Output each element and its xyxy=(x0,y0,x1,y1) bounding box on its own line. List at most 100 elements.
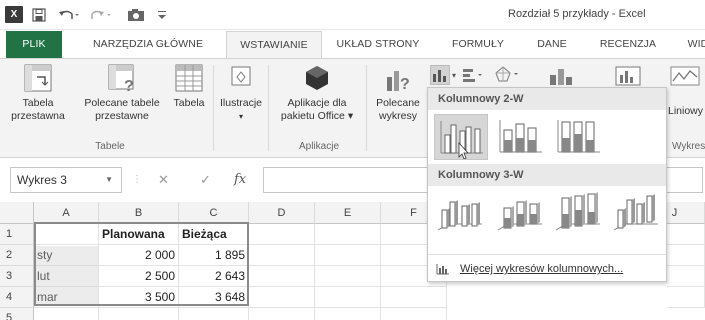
cell-empty[interactable] xyxy=(667,224,705,245)
stacked-column-3d-icon xyxy=(497,200,542,231)
cell-a1[interactable] xyxy=(34,224,99,245)
formula-bar-dots-icon: ⋮ xyxy=(132,174,142,185)
clustered-column-icon xyxy=(440,121,483,160)
cancel-icon[interactable]: ✕ xyxy=(158,172,169,188)
column-header[interactable]: B xyxy=(99,202,179,224)
table-button[interactable]: Tabela xyxy=(170,63,208,110)
clustered-column-2d-option[interactable] xyxy=(434,114,488,160)
recommended-pivot-icon: ? xyxy=(108,64,134,93)
column-header[interactable]: D xyxy=(249,202,315,224)
customize-toolbar-icon[interactable] xyxy=(156,6,168,23)
tab-home[interactable]: NARZĘDZIA GŁÓWNE xyxy=(78,31,218,58)
tab-view[interactable]: WID xyxy=(678,31,705,58)
cell-empty[interactable] xyxy=(249,266,315,287)
chevron-down-icon[interactable]: ▾ xyxy=(452,71,456,80)
insert-function-icon[interactable]: fx xyxy=(234,172,246,187)
pivot-table-icon xyxy=(24,64,52,92)
cell-b3[interactable]: 2 500 xyxy=(99,266,179,287)
svg-text:?: ? xyxy=(400,76,410,93)
cell-empty[interactable] xyxy=(249,308,315,320)
apps-for-office-button[interactable]: Aplikacje dla pakietu Office ▾ xyxy=(272,63,362,123)
chart-row-3d xyxy=(428,186,666,240)
clustered-column-3d-icon xyxy=(437,200,482,231)
redo-icon[interactable] xyxy=(90,6,112,23)
tab-data[interactable]: DANE xyxy=(528,31,576,58)
cell-empty[interactable] xyxy=(667,245,705,266)
line-chart-button[interactable] xyxy=(670,65,700,90)
group-label-tables: Tabele xyxy=(95,141,125,152)
tab-review[interactable]: RECENZJA xyxy=(592,31,664,58)
cell-c1[interactable]: Bieżąca xyxy=(179,224,249,245)
chart-row-2d xyxy=(428,110,666,164)
row-header[interactable]: 5 xyxy=(0,308,34,320)
cell-empty[interactable] xyxy=(381,287,447,308)
cell-empty[interactable] xyxy=(315,287,381,308)
more-column-charts-link[interactable]: Więcej wykresów kolumnowych... xyxy=(428,254,666,282)
enter-icon[interactable]: ✓ xyxy=(200,172,211,188)
column-3d-option[interactable] xyxy=(610,190,664,236)
cell-empty[interactable] xyxy=(315,245,381,266)
illustrations-button[interactable]: Ilustracje ▾ xyxy=(216,63,266,123)
section-heading-2d: Kolumnowy 2-W xyxy=(428,88,666,110)
clustered-column-3d-option[interactable] xyxy=(434,190,488,236)
column-header[interactable]: C xyxy=(179,202,249,224)
cell-empty[interactable] xyxy=(249,245,315,266)
group-separator xyxy=(268,65,269,151)
cell-b4[interactable]: 3 500 xyxy=(99,287,179,308)
percent-stacked-column-3d-icon xyxy=(555,192,600,231)
recommended-charts-button[interactable]: ? Polecane wykresy xyxy=(370,63,426,123)
row-header[interactable]: 4 xyxy=(0,287,34,308)
100-stacked-column-2d-option[interactable] xyxy=(552,114,606,160)
camera-icon[interactable] xyxy=(124,6,148,23)
cell-b2[interactable]: 2 000 xyxy=(99,245,179,266)
undo-icon[interactable] xyxy=(58,6,80,23)
svg-text:?: ? xyxy=(124,78,134,93)
column-chart-button[interactable] xyxy=(430,65,450,85)
column-header[interactable]: A xyxy=(34,202,99,224)
recommended-pivot-button[interactable]: ? Polecane tabele przestawne xyxy=(76,63,168,123)
column-header[interactable]: E xyxy=(315,202,381,224)
tab-page-layout[interactable]: UKŁAD STRONY xyxy=(328,31,428,58)
cell-empty[interactable] xyxy=(315,266,381,287)
row-header[interactable]: 3 xyxy=(0,266,34,287)
office-apps-icon xyxy=(306,66,328,90)
cell-c2[interactable]: 1 895 xyxy=(179,245,249,266)
section-heading-3d: Kolumnowy 3-W xyxy=(428,164,666,186)
chevron-down-icon[interactable]: ▼ xyxy=(105,168,113,192)
cell-empty[interactable] xyxy=(34,308,99,320)
row-header[interactable]: 1 xyxy=(0,224,34,245)
bar-chart-button[interactable] xyxy=(462,67,486,86)
cell-c3[interactable]: 2 643 xyxy=(179,266,249,287)
cell-empty[interactable] xyxy=(179,308,249,320)
column-chart-small-icon xyxy=(436,264,449,275)
radar-chart-button[interactable] xyxy=(494,65,522,86)
cell-empty[interactable] xyxy=(315,224,381,245)
pivot-table-button[interactable]: Tabela przestawna xyxy=(8,63,68,123)
cell-c4[interactable]: 3 648 xyxy=(179,287,249,308)
stacked-column-3d-option[interactable] xyxy=(494,190,548,236)
tab-file[interactable]: PLIK xyxy=(6,31,62,58)
tab-insert[interactable]: WSTAWIANIE xyxy=(226,31,322,59)
tab-formulas[interactable]: FORMUŁY xyxy=(444,31,512,58)
cell-empty[interactable] xyxy=(315,308,381,320)
row-header[interactable]: 2 xyxy=(0,245,34,266)
name-box[interactable]: Wykres 3 ▼ xyxy=(10,167,122,193)
select-all-corner[interactable] xyxy=(0,202,34,224)
stacked-column-2d-option[interactable] xyxy=(494,114,548,160)
group-separator xyxy=(366,65,367,151)
bar-chart-icon xyxy=(463,69,482,82)
cell-b1[interactable]: Planowana xyxy=(99,224,179,245)
window-title: Rozdział 5 przykłady - Excel xyxy=(508,8,646,20)
line-chart-label: Liniowy xyxy=(668,105,704,117)
group-separator xyxy=(213,65,214,151)
100-stacked-column-3d-option[interactable] xyxy=(552,190,606,236)
cell-empty[interactable] xyxy=(99,308,179,320)
cell-empty[interactable] xyxy=(381,308,447,320)
selection-highlight xyxy=(36,246,98,304)
cell-empty[interactable] xyxy=(667,287,705,308)
cell-empty[interactable] xyxy=(249,224,315,245)
ribbon-tabs: PLIK NARZĘDZIA GŁÓWNE WSTAWIANIE UKŁAD S… xyxy=(0,31,705,59)
cell-empty[interactable] xyxy=(667,266,705,287)
save-icon[interactable] xyxy=(32,6,46,23)
cell-empty[interactable] xyxy=(249,287,315,308)
